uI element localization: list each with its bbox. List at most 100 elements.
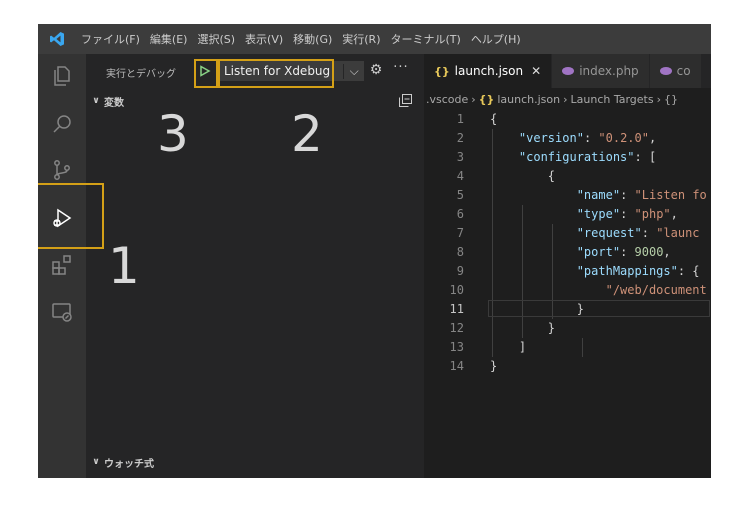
remote-explorer-icon[interactable]	[50, 300, 74, 324]
code-line: 4 {	[424, 167, 711, 186]
source-control-icon[interactable]	[50, 158, 74, 182]
code-text: }	[490, 321, 556, 335]
code-line: 2 "version": "0.2.0",	[424, 129, 711, 148]
gear-icon[interactable]: ⚙	[367, 62, 385, 80]
menu-view[interactable]: 表示(V)	[240, 31, 288, 47]
menu-edit[interactable]: 編集(E)	[145, 31, 193, 47]
line-number: 11	[449, 302, 464, 316]
collapse-all-icon[interactable]	[399, 94, 412, 107]
line-number: 4	[456, 169, 464, 183]
menu-terminal[interactable]: ターミナル(T)	[386, 31, 466, 47]
code-text: "request": "launc	[576, 226, 700, 240]
code-text: "pathMappings": {	[576, 264, 700, 278]
code-line-current: 11 }	[424, 300, 711, 319]
json-key: "pathMappings"	[576, 264, 678, 278]
tab-launch-json[interactable]: {} launch.json ✕	[424, 54, 553, 88]
code-line: 1 {	[424, 110, 711, 129]
json-value: "php"	[634, 207, 671, 221]
json-key: "configurations"	[518, 150, 635, 164]
json-key: "port"	[576, 245, 621, 259]
highlight-box-play-button	[194, 59, 218, 88]
line-number: 3	[456, 150, 464, 164]
code-text: ]	[490, 340, 527, 354]
code-line: 6 "type": "php",	[424, 205, 711, 224]
variables-section-header[interactable]: ∨ 変数	[86, 91, 424, 111]
code-editor[interactable]: 1 { 2 "version": "0.2.0", 3 "configurati…	[424, 110, 711, 376]
menu-help[interactable]: ヘルプ(H)	[466, 31, 526, 47]
line-number: 6	[456, 207, 464, 221]
tab-label: launch.json	[454, 64, 524, 78]
line-number: 10	[449, 283, 464, 297]
vscode-logo-icon	[38, 31, 76, 47]
activity-bar	[38, 54, 86, 478]
chevron-down-icon: ⌵	[343, 63, 364, 79]
line-number: 7	[456, 226, 464, 240]
watch-label: ウォッチ式	[104, 458, 154, 470]
breadcrumb-section[interactable]: Launch Targets	[571, 93, 654, 106]
line-number: 9	[456, 264, 464, 278]
tab-label: index.php	[579, 64, 639, 78]
code-line: 7 "request": "launc	[424, 224, 711, 243]
json-value: "0.2.0"	[598, 131, 649, 145]
explorer-icon[interactable]	[50, 64, 74, 88]
chevron-down-icon: ∨	[92, 457, 100, 467]
code-line: 3 "configurations": [	[424, 148, 711, 167]
code-text: "type": "php",	[576, 207, 678, 221]
tab-bar: {} launch.json ✕ index.php co	[424, 54, 711, 88]
code-text: "port": 9000,	[576, 245, 671, 259]
code-line: 14 }	[424, 357, 711, 376]
line-number: 1	[456, 112, 464, 126]
code-text: }	[490, 302, 584, 316]
editor-area: {} launch.json ✕ index.php co .vscode › …	[424, 54, 711, 478]
annotation-number-3: 3	[157, 105, 189, 163]
variables-label: 変数	[104, 97, 124, 109]
code-text: }	[490, 359, 498, 373]
chevron-down-icon: ∨	[92, 96, 100, 106]
chevron-right-icon: ›	[471, 92, 476, 106]
code-line: 5 "name": "Listen fo	[424, 186, 711, 205]
line-number: 8	[456, 245, 464, 259]
highlight-box-run-debug	[38, 183, 104, 249]
code-line: 9 "pathMappings": {	[424, 262, 711, 281]
code-line: 12 }	[424, 319, 711, 338]
menu-file[interactable]: ファイル(F)	[76, 31, 145, 47]
code-line: 13 ]	[424, 338, 711, 357]
php-file-icon	[659, 65, 672, 78]
tab-label: co	[676, 64, 691, 78]
annotation-number-1: 1	[108, 237, 140, 295]
code-line: 8 "port": 9000,	[424, 243, 711, 262]
json-value: "launc	[656, 226, 700, 240]
line-number: 5	[456, 188, 464, 202]
code-text: "configurations": [	[518, 150, 657, 164]
json-key: "request"	[576, 226, 642, 240]
menu-selection[interactable]: 選択(S)	[192, 31, 240, 47]
json-value: "/web/document	[605, 283, 707, 297]
tab-co[interactable]: co	[649, 54, 702, 88]
breadcrumb-item[interactable]: {}	[664, 93, 678, 106]
json-value: 9000	[634, 245, 664, 259]
breadcrumb-folder[interactable]: .vscode	[426, 93, 468, 106]
tab-index-php[interactable]: index.php	[552, 54, 650, 88]
json-file-icon: {}	[478, 92, 495, 106]
watch-section-header[interactable]: ∨ ウォッチ式	[86, 452, 424, 472]
json-file-icon: {}	[434, 64, 450, 78]
close-icon[interactable]: ✕	[531, 64, 541, 78]
line-number: 2	[456, 131, 464, 145]
json-key: "name"	[576, 188, 621, 202]
breadcrumb-file[interactable]: launch.json	[497, 93, 560, 106]
chevron-right-icon: ›	[656, 92, 661, 106]
menu-go[interactable]: 移動(G)	[288, 31, 337, 47]
extensions-icon[interactable]	[50, 253, 74, 277]
code-text: "name": "Listen fo	[576, 188, 707, 202]
line-number: 14	[449, 359, 464, 373]
code-text: "version": "0.2.0",	[518, 131, 657, 145]
php-file-icon	[562, 65, 575, 78]
more-actions-icon[interactable]: ···	[392, 60, 410, 75]
json-key: "version"	[518, 131, 584, 145]
code-text: {	[490, 169, 556, 183]
highlight-box-config-select	[218, 59, 334, 88]
line-number: 13	[449, 340, 464, 354]
menu-run[interactable]: 実行(R)	[337, 31, 385, 47]
search-icon[interactable]	[50, 112, 74, 136]
code-text: "/web/document	[490, 283, 707, 297]
